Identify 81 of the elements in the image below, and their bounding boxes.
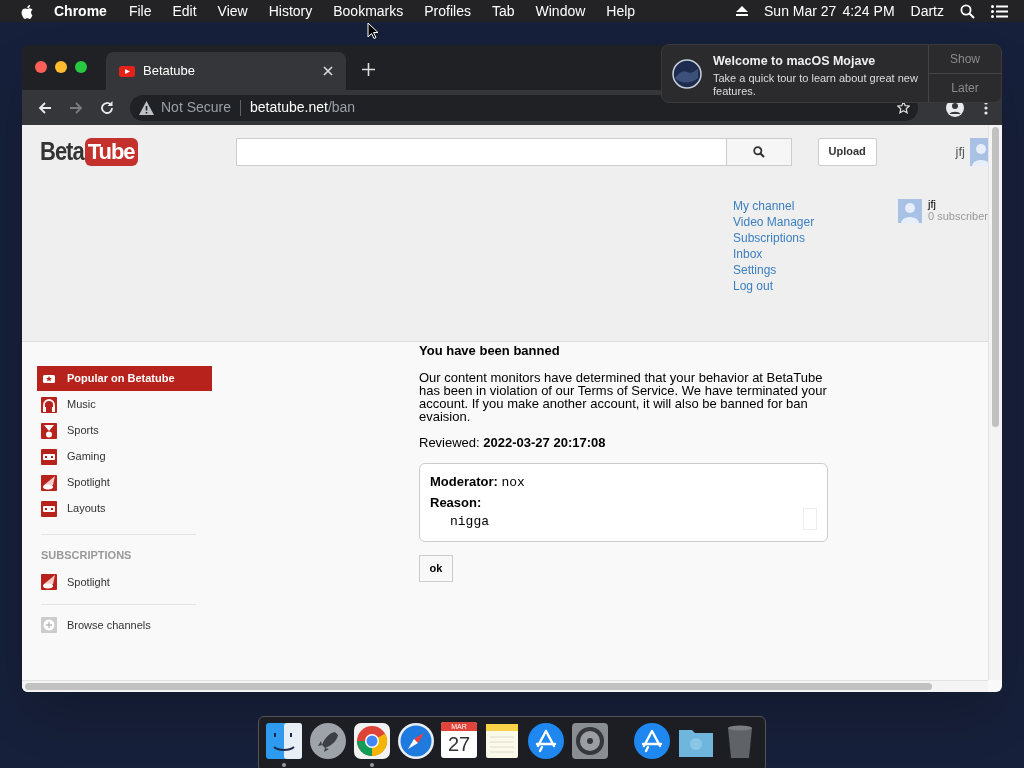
account-link[interactable]: Settings [733, 262, 777, 278]
app-store-icon[interactable] [527, 722, 565, 760]
sidebar-item[interactable]: Layouts [37, 496, 212, 521]
menu-item[interactable]: File [128, 0, 152, 22]
close-icon[interactable] [323, 66, 333, 76]
notification-button[interactable]: Later [929, 74, 1001, 102]
security-label: Not Secure [161, 98, 232, 117]
globe-icon [672, 59, 702, 89]
reason-text: nigga [450, 515, 489, 528]
rocket-icon[interactable] [309, 722, 347, 760]
page-heading: You have been banned [419, 344, 561, 357]
chrome-icon[interactable] [353, 722, 391, 760]
menu-item[interactable]: Tab [491, 0, 515, 22]
section-heading: SUBSCRIPTIONS [41, 548, 133, 563]
gamepad-icon [41, 448, 57, 465]
new-tab-icon[interactable] [362, 63, 375, 76]
search-field[interactable] [235, 137, 727, 166]
back-arrow-icon[interactable] [37, 99, 53, 116]
search-button[interactable] [726, 137, 792, 166]
user-name[interactable]: Dartz [910, 0, 944, 22]
sidebar-item[interactable]: Sports [37, 418, 212, 443]
notification-title: Welcome to macOS Mojave [713, 54, 877, 69]
menu-item[interactable]: Help [606, 0, 636, 22]
notification-button[interactable]: Show [929, 45, 1001, 74]
menu-bar-time[interactable]: 4:24 PM [842, 0, 895, 22]
search-icon[interactable] [960, 3, 975, 19]
app-store-icon[interactable] [633, 722, 671, 760]
plus-icon [41, 617, 57, 633]
notepad-icon[interactable] [483, 722, 521, 760]
account-link[interactable]: My channel [733, 198, 795, 214]
gamepad-icon [41, 500, 57, 517]
account-link[interactable]: Subscriptions [733, 230, 806, 246]
moderator-text: Moderator: nox [430, 475, 526, 489]
vertical-scrollbar[interactable] [988, 125, 1002, 680]
warning-icon [139, 100, 154, 115]
reviewed-text: Reviewed: 2022-03-27 20:17:08 [419, 436, 607, 449]
menu-item[interactable]: Window [535, 0, 586, 22]
reason-label: Reason: [430, 496, 483, 509]
app-menu[interactable]: Chrome [54, 0, 107, 22]
search-icon [752, 145, 765, 158]
account-link[interactable]: Video Manager [733, 214, 815, 230]
star-icon[interactable] [897, 101, 910, 114]
browser-tab[interactable]: Betatube [106, 52, 346, 90]
minimize-button[interactable] [55, 61, 67, 73]
account-link[interactable]: Log out [733, 278, 774, 294]
menu-item[interactable]: Edit [172, 0, 197, 22]
menu-bar-date[interactable]: Sun Mar 27 [764, 0, 837, 22]
menu-item[interactable]: Bookmarks [333, 0, 404, 22]
sidebar-item[interactable]: Spotlight [37, 470, 212, 495]
headphones-icon [41, 396, 57, 413]
video-play-icon [119, 65, 135, 77]
sidebar-item[interactable]: Browse channels [37, 612, 212, 638]
spotlight-icon [41, 574, 57, 590]
account-link[interactable]: Inbox [733, 246, 763, 262]
list-icon[interactable] [991, 4, 1008, 18]
cursor-icon [367, 22, 378, 39]
menu-item[interactable]: View [217, 0, 248, 22]
channel-name[interactable]: jfj [928, 199, 988, 210]
menu-item[interactable]: Profiles [424, 0, 471, 22]
sidebar-item[interactable]: Music [37, 392, 212, 417]
medal-icon [41, 422, 57, 439]
compass-icon[interactable] [397, 722, 435, 760]
sidebar-item[interactable]: Gaming [37, 444, 212, 469]
zoom-button[interactable] [75, 61, 87, 73]
user-menu[interactable]: jfj [955, 141, 965, 162]
apple-icon[interactable] [21, 3, 35, 19]
menu-item[interactable]: History [268, 0, 313, 22]
upload-button[interactable]: Upload [817, 137, 877, 166]
finder-icon[interactable] [265, 722, 303, 760]
spotlight-icon [41, 474, 57, 491]
sidebar-item[interactable]: Spotlight [37, 569, 212, 595]
subscriber-count: 0 subscriber [928, 210, 988, 222]
horizontal-scrollbar[interactable] [22, 680, 988, 692]
ban-message: Our content monitors have determined that your behavior at BetaTube has been in violation of our Terms of Service. We have terminated your account. If you make another account, it will also be banned for ban evaision. [419, 371, 828, 423]
reload-icon[interactable] [99, 99, 115, 116]
sidebar-item[interactable]: Popular on Betatube [37, 366, 212, 391]
site-logo[interactable]: BetaTube [40, 135, 138, 168]
eject-icon[interactable] [736, 6, 749, 16]
close-window-button[interactable] [35, 61, 47, 73]
ok-button[interactable]: ok [419, 555, 453, 582]
url-text: betatube.net/ban [250, 98, 356, 117]
